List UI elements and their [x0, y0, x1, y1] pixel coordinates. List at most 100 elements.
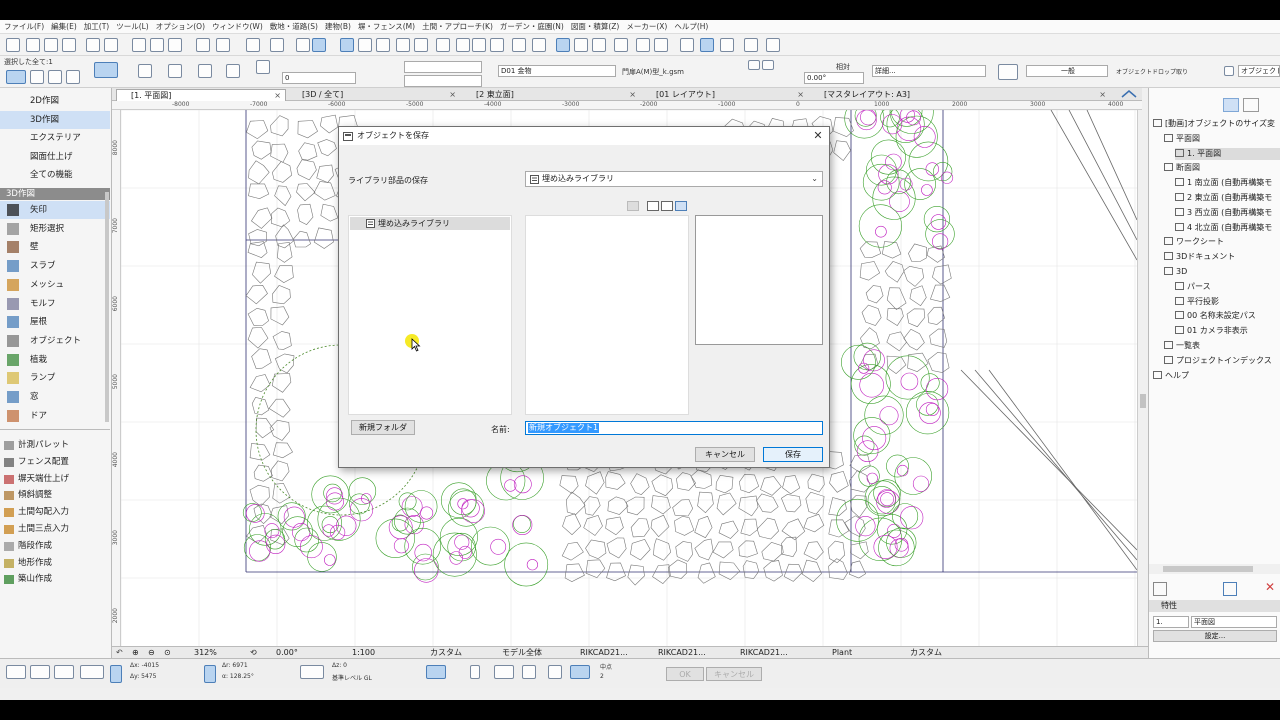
save-button[interactable]: 保存 — [763, 447, 823, 462]
tool-12[interactable]: ドア — [0, 407, 110, 425]
duplicate-view-icon[interactable] — [1223, 582, 1237, 596]
toolbar-button-icon[interactable] — [26, 38, 40, 52]
ok-button[interactable]: OK — [666, 667, 704, 681]
toolbar-button-icon[interactable] — [358, 38, 372, 52]
scale-value[interactable]: 1:100 — [352, 647, 375, 658]
tool-6[interactable]: モルフ — [0, 295, 110, 313]
snap-mode-icon[interactable] — [426, 665, 446, 679]
toolbar-button-icon[interactable] — [44, 38, 58, 52]
menu-item[interactable]: 塀・フェンス(M) — [358, 21, 415, 32]
menu-item[interactable]: 敷地・道路(S) — [270, 21, 318, 32]
tree-node[interactable]: 00 名称未設定パス — [1175, 310, 1256, 322]
tab-east-elevation[interactable]: [2 東立面] × — [462, 89, 640, 101]
toolbar-button-icon[interactable] — [532, 38, 546, 52]
menu-item[interactable]: ガーデン・庭園(N) — [500, 21, 564, 32]
toolbar-button-icon[interactable] — [414, 38, 428, 52]
view-palette-item[interactable]: 2D作図 — [0, 92, 110, 110]
construction-icon[interactable] — [80, 665, 104, 679]
orientation-value[interactable]: 0.00° — [276, 647, 298, 658]
layer-select[interactable]: D01 金物 — [498, 65, 616, 77]
mirror-icon[interactable] — [138, 64, 152, 78]
relative-icon[interactable] — [110, 665, 122, 683]
tree-node[interactable]: パース — [1175, 281, 1211, 293]
tree-node[interactable]: 1. 平面図 — [1175, 147, 1280, 160]
tab-list-icon[interactable] — [1120, 89, 1138, 100]
dimension-standard-value[interactable]: カスタム — [910, 647, 942, 658]
toolbar-button-icon[interactable] — [636, 38, 650, 52]
toolbar-button-icon[interactable] — [766, 38, 780, 52]
menu-item[interactable]: メーカー(X) — [626, 21, 667, 32]
arrow-icon[interactable] — [494, 665, 514, 679]
tree-node[interactable]: 01 カメラ非表示 — [1175, 325, 1248, 337]
toolbar-button-icon[interactable] — [62, 38, 76, 52]
menu-item[interactable]: ファイル(F) — [4, 21, 44, 32]
undo-icon[interactable]: ↶ — [116, 647, 123, 658]
tool-8[interactable]: オブジェクト — [0, 332, 110, 350]
properties-header[interactable]: 特性 — [1149, 600, 1280, 612]
toolbar-button-icon[interactable] — [436, 38, 450, 52]
view-palette-item[interactable]: エクステリア — [0, 129, 110, 147]
toolbar-button-icon[interactable] — [270, 38, 284, 52]
view-palette-item[interactable]: 図面仕上げ — [0, 148, 110, 166]
toggle-icon[interactable] — [748, 60, 760, 70]
toolbar-button-icon[interactable] — [456, 38, 470, 52]
tree-node[interactable]: 2 東立面 (自動再構築モ — [1175, 192, 1272, 204]
delete-icon[interactable]: ✕ — [1265, 580, 1275, 594]
tree-node[interactable]: 断面図 — [1164, 162, 1200, 174]
toolbar-button-icon[interactable] — [168, 38, 182, 52]
elevate-icon[interactable] — [198, 64, 212, 78]
close-box-icon[interactable] — [762, 60, 774, 70]
tree-node[interactable]: 平行投影 — [1175, 296, 1219, 308]
model-view-value[interactable]: モデル全体 — [502, 647, 542, 658]
toolbar-button-icon[interactable] — [680, 38, 694, 52]
polar-icon[interactable] — [204, 665, 216, 683]
pen-set-a[interactable]: RIKCAD21... — [580, 647, 628, 658]
tool-5[interactable]: メッシュ — [0, 276, 110, 294]
detail-select[interactable]: 詳細... — [872, 65, 986, 77]
dimension-field-a[interactable] — [404, 61, 482, 73]
close-icon[interactable]: × — [274, 90, 281, 101]
tree-node[interactable]: ヘルプ — [1153, 370, 1189, 382]
toolbar-button-icon[interactable] — [340, 38, 354, 52]
pen-icon[interactable] — [998, 64, 1018, 80]
grid-snap-icon[interactable] — [54, 665, 74, 679]
close-icon[interactable]: ✕ — [811, 128, 825, 144]
zoom-in-icon[interactable]: ⊕ — [132, 647, 139, 658]
tab-3d[interactable]: [3D / 全て] × — [288, 89, 460, 101]
toolbar-button-icon[interactable] — [196, 38, 210, 52]
snap-icon[interactable] — [6, 665, 26, 679]
check-icon[interactable] — [470, 665, 480, 679]
pick-icon[interactable] — [30, 70, 44, 84]
toolbox-scrollbar[interactable] — [105, 192, 109, 422]
menu-item[interactable]: 図面・積算(Z) — [571, 21, 620, 32]
toolbar-button-icon[interactable] — [556, 38, 570, 52]
special-snap-icon[interactable] — [570, 665, 590, 679]
menu-item[interactable]: 加工(T) — [84, 21, 109, 32]
toolbar-button-icon[interactable] — [396, 38, 410, 52]
pen-set-b[interactable]: RIKCAD21... — [658, 647, 706, 658]
toolbar-button-icon[interactable] — [614, 38, 628, 52]
menu-item[interactable]: ツール(L) — [116, 21, 149, 32]
toolbar-button-icon[interactable] — [296, 38, 310, 52]
tool-10[interactable]: ランプ — [0, 369, 110, 387]
toolbar-button-icon[interactable] — [700, 38, 714, 52]
plan-type-value[interactable]: Plant — [832, 647, 852, 658]
property-name-field[interactable]: 平面図 — [1191, 616, 1277, 628]
extension-tool-6[interactable]: 土間三点入力 — [0, 521, 110, 538]
zoom-out-icon[interactable]: ⊖ — [148, 647, 155, 658]
tree-node[interactable]: 1 南立面 (自動再構築モ — [1175, 177, 1272, 189]
extension-tool-9[interactable]: 築山作成 — [0, 571, 110, 588]
extension-tool-8[interactable]: 地形作成 — [0, 555, 110, 572]
close-icon[interactable]: × — [629, 89, 636, 100]
toolbar-button-icon[interactable] — [376, 38, 390, 52]
toolbar-button-icon[interactable] — [86, 38, 100, 52]
cancel-button[interactable]: キャンセル — [695, 447, 755, 462]
large-icons-icon[interactable] — [627, 201, 639, 211]
toolbar-button-icon[interactable] — [512, 38, 526, 52]
new-view-icon[interactable] — [1153, 582, 1167, 596]
tab-floor-plan[interactable]: [1. 平面図] × — [116, 89, 286, 101]
angle-field[interactable]: 0 — [282, 72, 356, 84]
select-mode-icon[interactable] — [6, 70, 26, 84]
property-id-field[interactable]: 1. — [1153, 616, 1189, 628]
tree-node[interactable]: [動画]オブジェクトのサイズ変 — [1153, 118, 1275, 130]
